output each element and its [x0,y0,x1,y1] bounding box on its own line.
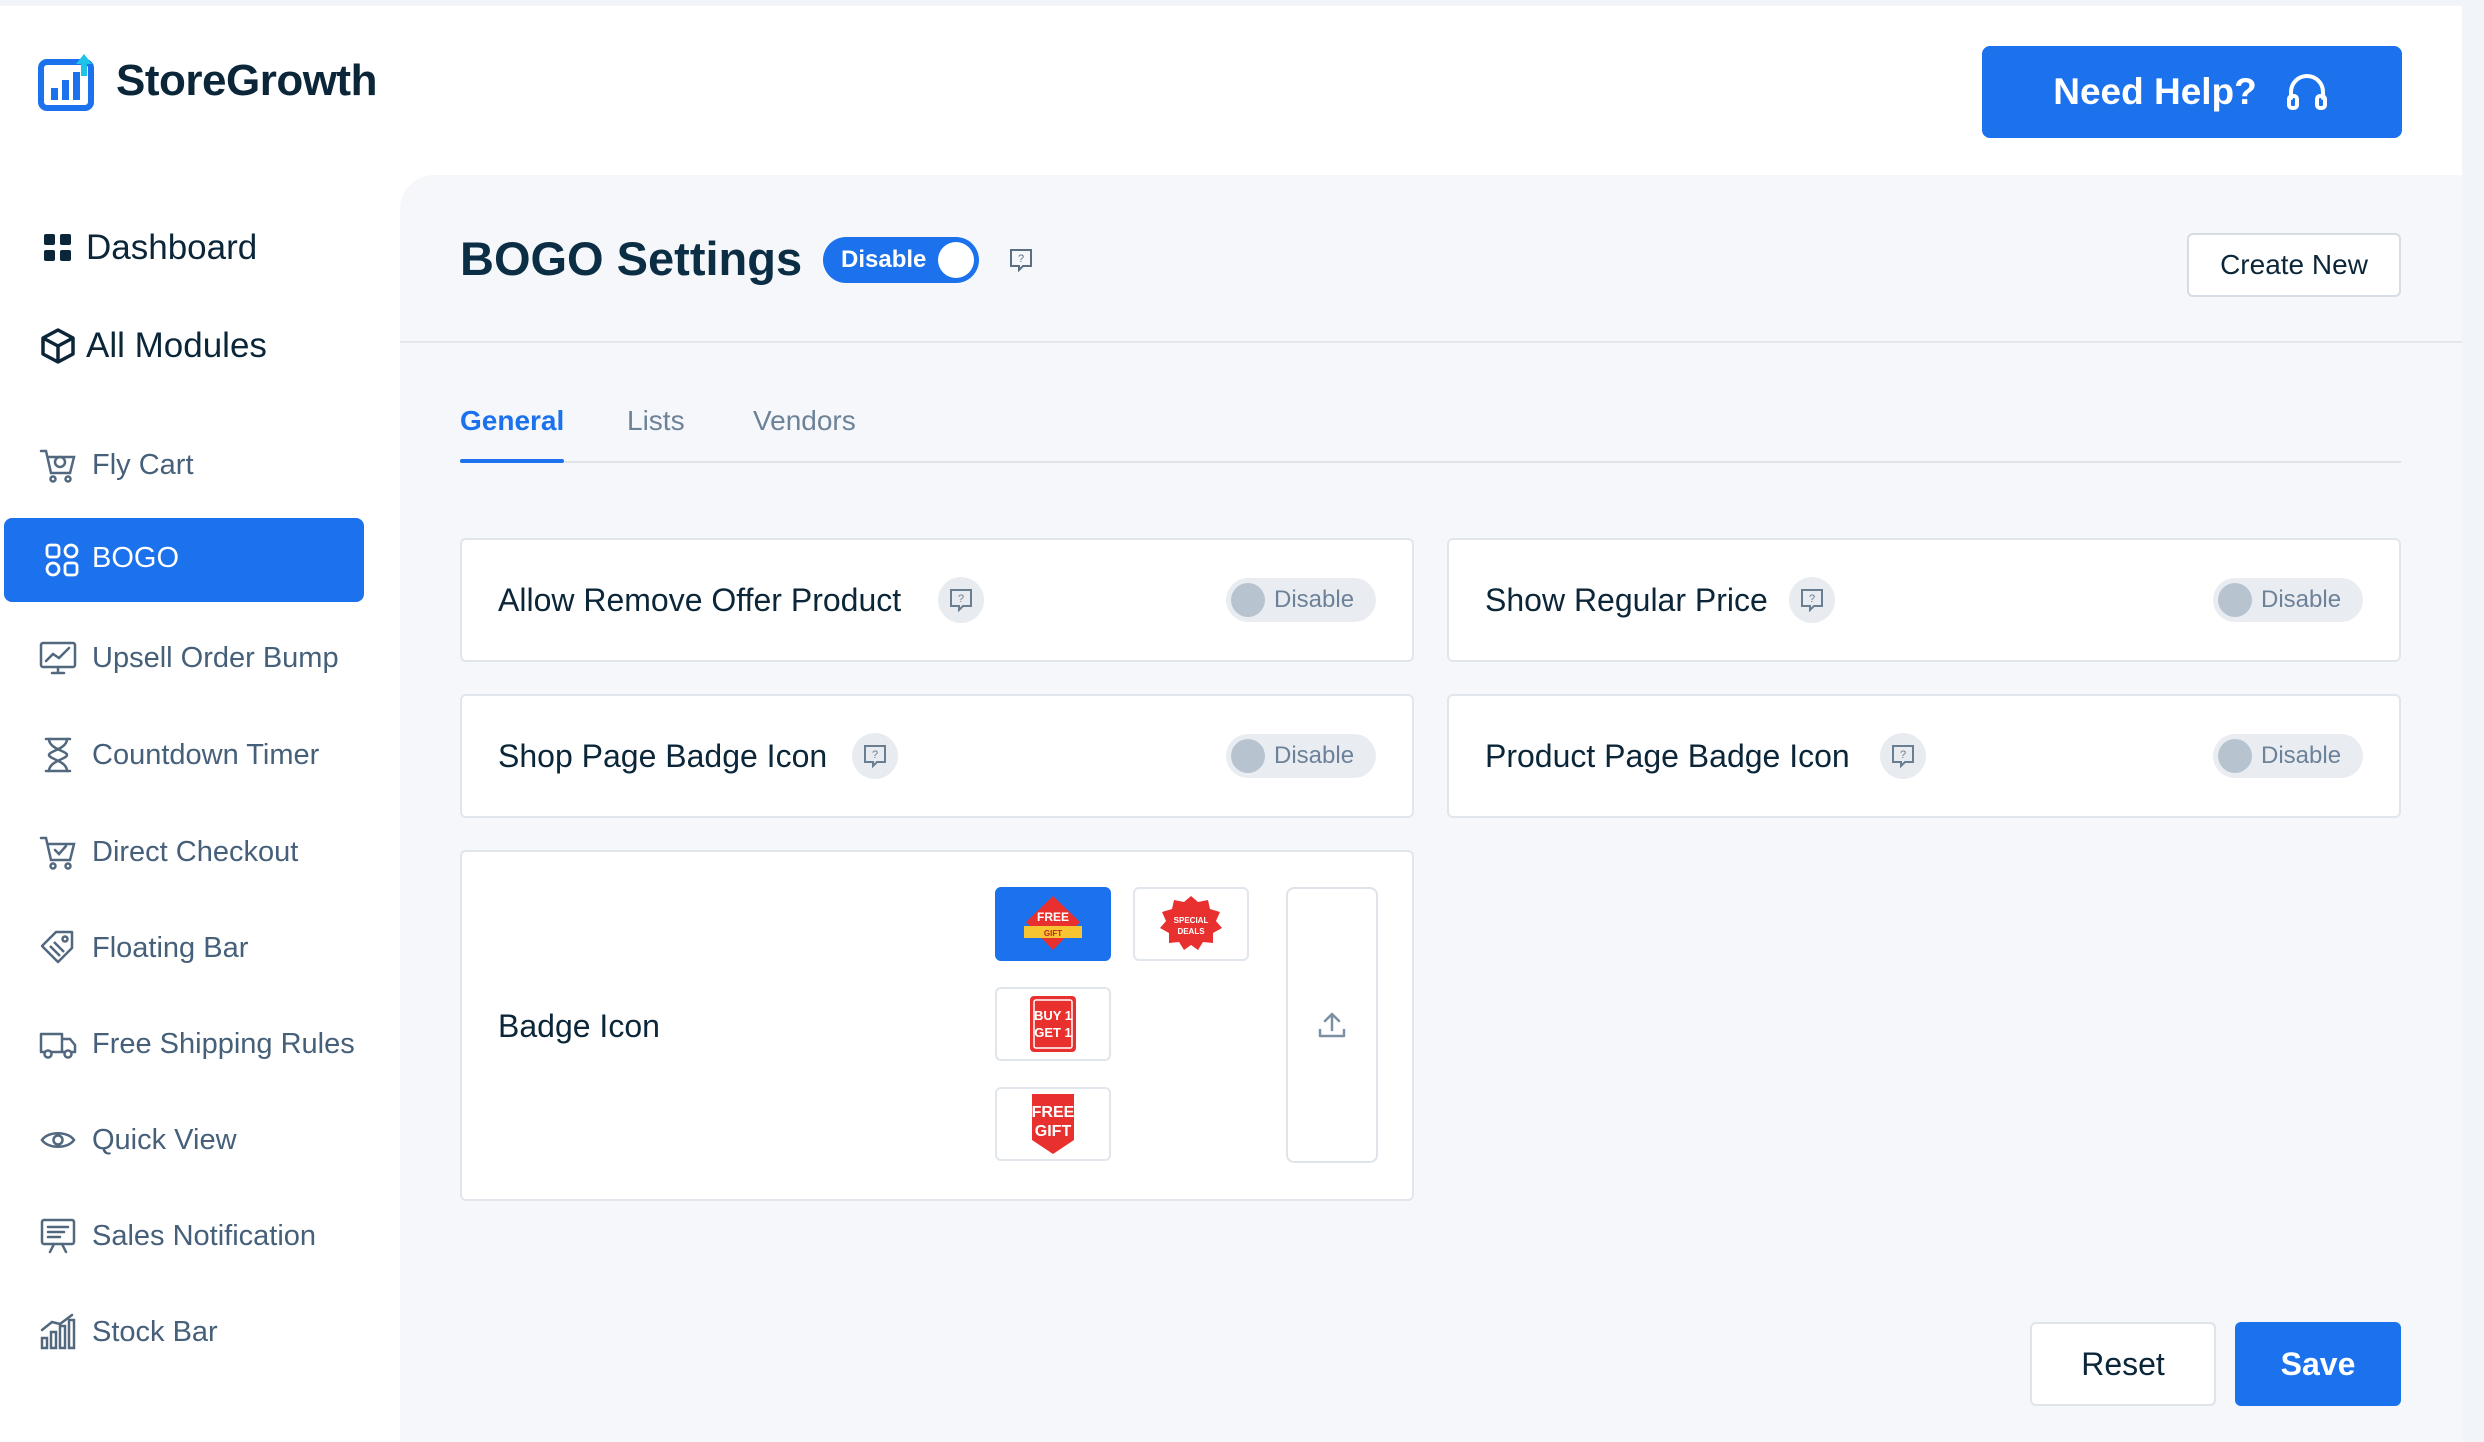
upload-icon [1318,1012,1346,1038]
sidebar-item-bogo[interactable]: BOGO [4,518,364,602]
right-strip [2462,0,2484,1442]
badge-option-free-gift-ribbon[interactable]: FREE GIFT [995,887,1111,961]
badge-text-top: FREE [1032,1104,1075,1121]
page-title: BOGO Settings [460,232,803,285]
svg-text:?: ? [1018,253,1024,265]
toggle-knob [1231,583,1265,617]
tab-lists[interactable]: Lists [627,405,685,461]
setting-label: Badge Icon [498,1008,660,1044]
badge-text-bottom: GIFT [1035,1123,1072,1140]
sidebar-item-label: Free Shipping Rules [92,1027,355,1060]
question-icon[interactable]: ? [938,577,984,623]
question-icon[interactable]: ? [1880,733,1926,779]
create-new-button[interactable]: Create New [2187,233,2401,297]
badge-text-top: BUY 1 [1034,1008,1072,1023]
tab-general[interactable]: General [460,405,565,463]
cube-icon [36,324,80,368]
setting-label: Product Page Badge Icon [1485,738,1850,774]
free-gift-ribbon-icon: FREE GIFT [1024,896,1082,950]
setting-card-badge-icon: Badge Icon FREE GIFT SPECIAL DEALS BUY 1… [460,850,1414,1201]
sidebar-item-label: All Modules [86,326,267,365]
setting-card-shop-page-badge-icon: Shop Page Badge Icon ? Disable [460,694,1414,818]
reset-button[interactable]: Reset [2030,1322,2216,1406]
buy1-get1-stamp-icon: BUY 1 GET 1 [1030,996,1076,1052]
toggle-knob [938,242,974,278]
toggle-knob [1231,739,1265,773]
toggle-knob [2218,583,2252,617]
top-strip [0,0,2484,6]
need-help-label: Need Help? [2053,71,2257,112]
free-gift-tag-icon: FREE GIFT [1032,1094,1075,1154]
setting-card-allow-remove-offer-product: Allow Remove Offer Product ? Disable [460,538,1414,662]
sidebar-item-label: Fly Cart [92,448,194,481]
main-panel: BOGO Settings Disable ? Create New Gener… [400,175,2462,1442]
svg-text:?: ? [1809,593,1815,605]
cart-check-icon [36,830,80,874]
bars-icon [36,1310,80,1354]
sidebar-item-label: Floating Bar [92,931,249,964]
notification-icon [36,1214,80,1258]
sidebar-item-label: Direct Checkout [92,835,299,868]
badge-option-free-gift-tag[interactable]: FREE GIFT [995,1087,1111,1161]
need-help-button[interactable]: Need Help? [1982,46,2402,138]
setting-card-product-page-badge-icon: Product Page Badge Icon ? Disable [1447,694,2401,818]
badge-option-buy1-get1[interactable]: BUY 1 GET 1 [995,987,1111,1061]
svg-text:?: ? [1900,749,1906,761]
hourglass-icon [36,733,80,777]
special-deals-seal-icon: SPECIAL DEALS [1160,896,1222,950]
help-tooltip-icon[interactable]: ? [1006,245,1036,275]
truck-icon [36,1022,80,1066]
badge-text-top: FREE [1037,910,1069,924]
headset-icon [2286,74,2327,110]
badge-option-special-deals[interactable]: SPECIAL DEALS [1133,887,1249,961]
sidebar-item-label: BOGO [92,542,180,574]
toggle-label: Disable [2261,742,2342,769]
shop-page-badge-toggle[interactable]: Disable [1226,734,1376,778]
chart-screen-icon [36,636,80,680]
show-regular-price-toggle[interactable]: Disable [2213,578,2363,622]
allow-remove-offer-toggle[interactable]: Disable [1226,578,1376,622]
sidebar-item-label: Quick View [92,1123,237,1156]
toggle-label: Disable [1274,586,1355,613]
toggle-label: Disable [2261,586,2342,613]
badge-upload-button[interactable] [1286,887,1378,1163]
badge-text-bottom: GIFT [1044,929,1062,938]
product-page-badge-toggle[interactable]: Disable [2213,734,2363,778]
eye-icon [36,1118,80,1162]
tab-vendors[interactable]: Vendors [753,405,856,461]
setting-label: Show Regular Price [1485,582,1768,618]
svg-text:?: ? [872,749,878,761]
module-enable-toggle[interactable]: Disable [823,237,979,283]
setting-card-show-regular-price: Show Regular Price ? Disable [1447,538,2401,662]
question-icon[interactable]: ? [852,733,898,779]
bogo-icon [40,538,84,582]
question-icon[interactable]: ? [1789,577,1835,623]
save-button[interactable]: Save [2235,1322,2401,1406]
sidebar-item-label: Dashboard [86,228,258,267]
cart-icon [36,443,80,487]
setting-label: Allow Remove Offer Product [498,582,902,618]
module-toggle-label: Disable [841,246,927,273]
badge-text-bottom: GET 1 [1034,1025,1072,1040]
sidebar-item-label: Upsell Order Bump [92,641,339,674]
badge-text-top: SPECIAL [1174,916,1209,925]
badge-text-bottom: DEALS [1177,927,1205,936]
sidebar-item-label: Sales Notification [92,1219,317,1252]
toggle-label: Disable [1274,742,1355,769]
brand-name: StoreGrowth [116,56,377,105]
logo-chart-icon [38,54,94,111]
sidebar-item-label: Stock Bar [92,1315,218,1348]
settings-tabs: General Lists Vendors [460,405,2401,463]
sidebar-item-label: Countdown Timer [92,738,320,771]
setting-label: Shop Page Badge Icon [498,738,828,774]
toggle-knob [2218,739,2252,773]
page-header: BOGO Settings Disable ? Create New [400,175,2462,343]
tag-icon [36,926,80,970]
brand-logo[interactable]: StoreGrowth [38,50,377,112]
grid-icon [36,226,80,270]
svg-text:?: ? [958,593,964,605]
